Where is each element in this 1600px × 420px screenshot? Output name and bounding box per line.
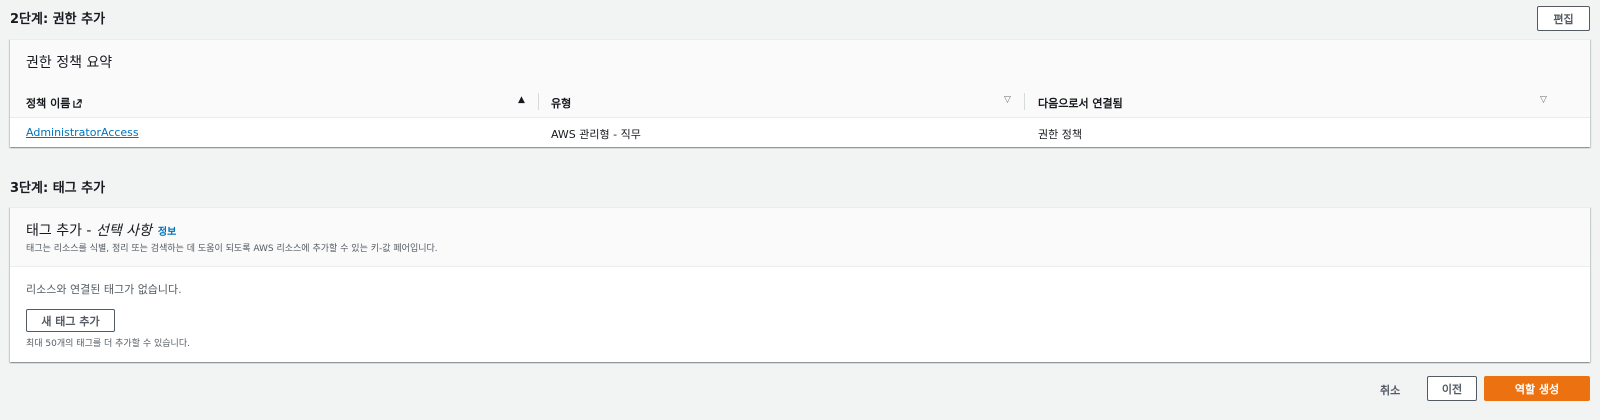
create-role-button[interactable]: 역할 생성 [1484, 376, 1590, 401]
table-row: AdministratorAccess AWS 관리형 - 직무 권한 정책 [10, 118, 1590, 146]
external-link-icon [73, 98, 83, 108]
permissions-summary-header: 권한 정책 요약 정책 이름 ▲ 유형 ▽ 다음으로서 연결됨 ▽ [10, 40, 1590, 118]
permissions-summary-panel: 권한 정책 요약 정책 이름 ▲ 유형 ▽ 다음으로서 연결됨 ▽ Admini… [10, 39, 1590, 147]
column-label: 정책 이름 [26, 97, 71, 110]
column-divider[interactable] [1024, 93, 1025, 110]
sort-unsorted-icon[interactable]: ▽ [1004, 95, 1011, 105]
previous-button[interactable]: 이전 [1427, 376, 1477, 401]
attached-as-cell: 권한 정책 [1038, 128, 1082, 141]
column-divider[interactable] [538, 93, 539, 110]
info-link[interactable]: 정보 [158, 223, 176, 238]
column-label: 다음으로서 연결됨 [1038, 97, 1123, 110]
sort-ascending-icon[interactable]: ▲ [518, 95, 525, 105]
column-header-attached-as[interactable]: 다음으로서 연결됨 [1038, 95, 1123, 111]
review-page: 2단계: 권한 추가 편집 권한 정책 요약 정책 이름 ▲ 유형 ▽ 다음으로… [0, 0, 1600, 420]
sort-unsorted-icon[interactable]: ▽ [1540, 95, 1547, 105]
tags-title-optional: 선택 사항 [95, 223, 152, 239]
policy-name-link[interactable]: AdministratorAccess [26, 126, 139, 139]
tags-title-prefix: 태그 추가 - [26, 223, 96, 239]
column-header-policy-name[interactable]: 정책 이름 [26, 95, 83, 111]
tags-panel-title: 태그 추가 - 선택 사항 정보 [26, 220, 176, 240]
column-header-type[interactable]: 유형 [551, 95, 571, 111]
policy-type-cell: AWS 관리형 - 직무 [551, 128, 641, 141]
no-tags-message: 리소스와 연결된 태그가 없습니다. [26, 283, 182, 296]
edit-button[interactable]: 편집 [1537, 6, 1590, 31]
step2-header: 2단계: 권한 추가 [10, 12, 106, 27]
tag-limit-hint: 최대 50개의 태그를 더 추가할 수 있습니다. [26, 339, 190, 349]
cancel-button[interactable]: 취소 [1380, 382, 1400, 398]
tags-panel: 태그 추가 - 선택 사항 정보 태그는 리소스를 식별, 정리 또는 검색하는… [10, 207, 1590, 362]
step3-header: 3단계: 태그 추가 [10, 181, 106, 196]
add-new-tag-button[interactable]: 새 태그 추가 [26, 309, 115, 332]
tags-description: 태그는 리소스를 식별, 정리 또는 검색하는 데 도움이 되도록 AWS 리소… [26, 244, 438, 254]
column-label: 유형 [551, 97, 572, 110]
tags-panel-header: 태그 추가 - 선택 사항 정보 태그는 리소스를 식별, 정리 또는 검색하는… [10, 208, 1590, 267]
panel-title: 권한 정책 요약 [26, 55, 113, 71]
